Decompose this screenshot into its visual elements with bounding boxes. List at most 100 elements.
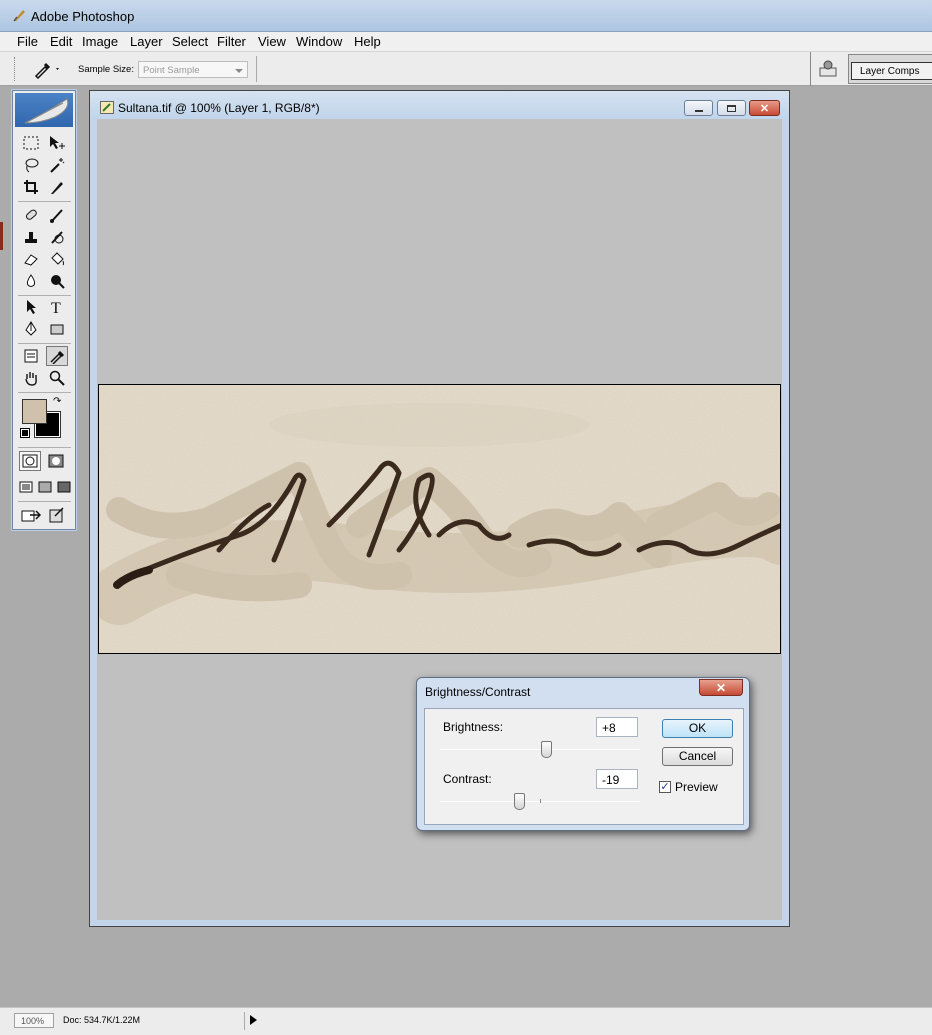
standard-screen-mode-icon[interactable]	[17, 477, 35, 497]
app-titlebar: Adobe Photoshop	[0, 0, 932, 32]
eyedropper-tool-icon[interactable]	[46, 346, 68, 366]
preview-checkbox[interactable]: ✓	[659, 781, 671, 793]
maximize-icon	[727, 104, 736, 112]
blur-tool-icon[interactable]	[20, 271, 42, 291]
history-brush-tool-icon[interactable]	[46, 227, 68, 247]
sample-size-label: Sample Size:	[78, 64, 134, 75]
contrast-input[interactable]: -19	[596, 769, 638, 789]
zoom-level-field[interactable]: 100%	[14, 1013, 54, 1028]
close-icon: ✕	[759, 102, 770, 115]
shape-tool-icon[interactable]	[46, 319, 68, 339]
sample-size-select[interactable]: Point Sample	[138, 61, 248, 78]
toolbox-divider	[18, 392, 71, 393]
preview-label[interactable]: Preview	[675, 780, 718, 794]
healing-brush-tool-icon[interactable]	[20, 205, 42, 225]
toolbox-divider	[18, 501, 71, 502]
options-bar: Sample Size: Point Sample	[0, 52, 932, 86]
menu-window[interactable]: Window	[294, 34, 344, 49]
foreground-color-swatch[interactable]	[22, 399, 47, 424]
hand-tool-icon[interactable]	[20, 368, 42, 388]
svg-text:T: T	[51, 300, 61, 315]
app-title: Adobe Photoshop	[31, 9, 135, 24]
brightness-slider-thumb[interactable]	[541, 741, 552, 758]
status-separator	[244, 1012, 245, 1030]
minimize-button[interactable]	[684, 100, 713, 116]
contrast-slider-tick	[540, 799, 541, 803]
chevron-down-icon	[235, 69, 243, 73]
document-titlebar[interactable]: Sultana.tif @ 100% (Layer 1, RGB/8*) ✕	[90, 91, 789, 119]
toolbox-divider	[18, 447, 71, 448]
magic-wand-tool-icon[interactable]	[46, 155, 68, 175]
dodge-tool-icon[interactable]	[46, 271, 68, 291]
type-tool-icon[interactable]: T	[46, 297, 68, 317]
menu-view[interactable]: View	[256, 34, 288, 49]
brightness-input[interactable]: +8	[596, 717, 638, 737]
menu-help[interactable]: Help	[352, 34, 383, 49]
toolbox-divider	[18, 295, 71, 296]
tif-document-icon	[100, 101, 114, 114]
standard-mode-icon[interactable]	[19, 451, 41, 471]
status-bar: 100% Doc: 534.7K/1.22M	[0, 1007, 932, 1035]
toolbox-divider	[18, 343, 71, 344]
toolbox-divider	[18, 201, 71, 202]
toolbox-header[interactable]	[15, 93, 73, 127]
clone-stamp-tool-icon[interactable]	[20, 227, 42, 247]
dialog-title: Brightness/Contrast	[425, 685, 531, 699]
feather-logo-icon	[24, 98, 69, 124]
brightness-slider-track[interactable]	[440, 749, 640, 750]
full-screen-menu-mode-icon[interactable]	[36, 477, 54, 497]
cancel-button[interactable]: Cancel	[662, 747, 733, 766]
desktop-edge	[0, 222, 3, 250]
dialog-body: Brightness: +8 Contrast: -19 OK Cancel ✓…	[424, 708, 744, 825]
full-screen-mode-icon[interactable]	[55, 477, 73, 497]
layer-comps-tab[interactable]: Layer Comps	[851, 62, 932, 80]
quick-mask-mode-icon[interactable]	[45, 451, 67, 471]
eraser-tool-icon[interactable]	[20, 249, 42, 269]
menu-file[interactable]: File	[15, 34, 40, 49]
brightness-label: Brightness:	[443, 720, 504, 734]
manuscript-image[interactable]	[98, 384, 781, 654]
brightness-contrast-dialog: Brightness/Contrast ✕ Brightness: +8 Con…	[416, 677, 750, 831]
close-icon: ✕	[715, 680, 727, 695]
dialog-close-button[interactable]: ✕	[699, 679, 743, 696]
path-selection-tool-icon[interactable]	[20, 297, 42, 317]
menu-edit[interactable]: Edit	[48, 34, 74, 49]
menu-filter[interactable]: Filter	[215, 34, 248, 49]
imageready-icon[interactable]	[46, 505, 68, 525]
zoom-tool-icon[interactable]	[46, 368, 68, 388]
crop-tool-icon[interactable]	[20, 177, 42, 197]
move-tool-icon[interactable]	[46, 133, 68, 153]
eyedropper-tool-preset-icon[interactable]	[32, 59, 60, 79]
contrast-label: Contrast:	[443, 772, 492, 786]
slice-tool-icon[interactable]	[46, 177, 68, 197]
menu-layer[interactable]: Layer	[128, 34, 165, 49]
document-title: Sultana.tif @ 100% (Layer 1, RGB/8*)	[118, 101, 320, 115]
options-grip[interactable]	[14, 57, 16, 81]
menu-select[interactable]: Select	[170, 34, 210, 49]
pen-tool-icon[interactable]	[20, 319, 42, 339]
options-separator	[256, 56, 257, 82]
paint-bucket-tool-icon[interactable]	[46, 249, 68, 269]
maximize-button[interactable]	[717, 100, 746, 116]
minimize-icon	[694, 109, 703, 112]
palette-well-separator	[810, 52, 811, 86]
toolbox: T ↷	[12, 90, 76, 530]
lasso-tool-icon[interactable]	[20, 155, 42, 175]
ok-button[interactable]: OK	[662, 719, 733, 738]
signature-artwork	[99, 385, 780, 653]
close-button[interactable]: ✕	[749, 100, 780, 116]
notes-tool-icon[interactable]	[20, 346, 42, 366]
contrast-slider-thumb[interactable]	[514, 793, 525, 810]
jump-to-imageready-icon[interactable]	[20, 505, 42, 525]
menu-image[interactable]: Image	[80, 34, 120, 49]
sample-size-value: Point Sample	[143, 65, 200, 76]
default-colors-icon[interactable]	[20, 428, 30, 438]
palette-well-icon[interactable]	[818, 60, 838, 78]
doc-size-info: Doc: 534.7K/1.22M	[63, 1015, 141, 1025]
menu-bar: File Edit Image Layer Select Filter View…	[0, 32, 932, 52]
photoshop-feather-icon	[13, 10, 25, 22]
status-menu-arrow-icon[interactable]	[250, 1015, 257, 1025]
marquee-tool-icon[interactable]	[20, 133, 42, 153]
brush-tool-icon[interactable]	[46, 205, 68, 225]
swap-colors-icon[interactable]: ↷	[53, 396, 61, 407]
